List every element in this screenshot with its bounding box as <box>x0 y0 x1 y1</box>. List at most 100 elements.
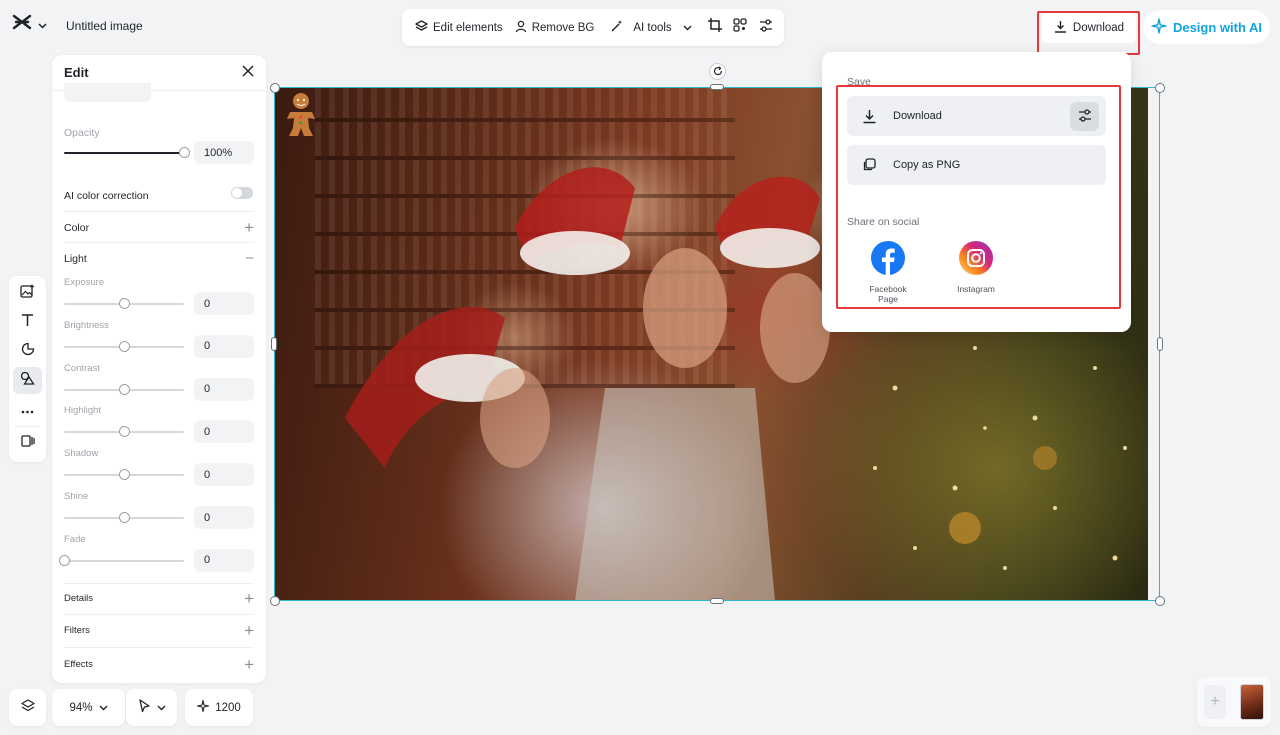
divider <box>64 242 254 243</box>
chevron-down-icon <box>683 22 692 34</box>
opacity-slider-knob[interactable] <box>179 147 190 158</box>
effects-section-header[interactable]: Effects + <box>64 656 254 673</box>
light-slider-label: Contrast <box>64 362 100 374</box>
light-slider-label: Exposure <box>64 277 105 288</box>
popover-highlight-outline <box>836 85 1121 309</box>
resize-handle-right[interactable] <box>1157 337 1163 351</box>
rail-divider <box>15 426 40 427</box>
document-title[interactable]: Untitled image <box>58 13 151 39</box>
resize-handle-bottom-left[interactable] <box>270 596 280 606</box>
light-slider-value-input[interactable]: 0 <box>194 463 254 487</box>
light-section-header[interactable]: Light − <box>64 251 254 266</box>
remove-bg-button[interactable]: Remove BG <box>510 15 600 41</box>
qr-scan-button[interactable] <box>730 15 750 41</box>
light-slider-knob[interactable] <box>118 298 130 309</box>
rail-pages[interactable] <box>13 430 42 457</box>
details-section-header[interactable]: Details + <box>64 590 254 607</box>
rail-add-image[interactable] <box>13 280 42 307</box>
capcut-logo-icon <box>12 14 32 35</box>
adjust-button[interactable] <box>756 15 776 41</box>
divider <box>64 647 254 648</box>
plus-icon[interactable]: + <box>244 622 254 639</box>
ai-sparkle-icon <box>1151 17 1167 37</box>
details-label: Details <box>64 593 94 604</box>
chevron-down-icon <box>38 16 47 34</box>
plus-icon[interactable]: + <box>244 590 254 607</box>
add-page-button[interactable]: + <box>1204 685 1226 719</box>
light-slider-label: Highlight <box>64 405 101 417</box>
ai-color-correction-toggle[interactable] <box>231 187 253 199</box>
divider <box>64 211 254 212</box>
light-slider-track[interactable] <box>64 559 184 562</box>
filters-label: Filters <box>64 625 90 636</box>
rail-more[interactable] <box>13 396 42 423</box>
edit-elements-label: Edit elements <box>433 21 503 34</box>
layers-button[interactable] <box>9 689 46 726</box>
plus-icon[interactable]: + <box>244 219 254 236</box>
magic-wand-icon <box>610 19 624 36</box>
remove-bg-label: Remove BG <box>531 21 595 34</box>
credits-button[interactable]: 1200 <box>185 689 253 726</box>
minus-icon[interactable]: − <box>245 251 254 266</box>
edit-panel: Edit Opacity 100% AI color correction Co… <box>52 55 266 683</box>
divider <box>64 583 254 584</box>
sparkle-icon <box>197 699 210 715</box>
chevron-down-icon <box>157 702 166 714</box>
layers-icon <box>20 699 35 716</box>
resize-handle-left[interactable] <box>271 337 277 351</box>
ai-tools-label: AI tools <box>633 21 672 34</box>
color-section-header[interactable]: Color + <box>64 219 254 236</box>
chevron-down-icon <box>99 702 108 714</box>
light-slider-value-input[interactable]: 0 <box>194 377 254 401</box>
light-slider-knob[interactable] <box>118 512 130 523</box>
plus-icon[interactable]: + <box>244 656 254 673</box>
resize-handle-top-left[interactable] <box>270 83 280 93</box>
shapes-icon <box>21 342 35 361</box>
more-dots-icon <box>21 401 34 419</box>
download-highlight-outline <box>1037 11 1140 55</box>
design-with-ai-button[interactable]: Design with AI <box>1143 10 1270 44</box>
light-slider-value-input[interactable]: 0 <box>194 334 254 358</box>
light-slider-knob[interactable] <box>118 469 130 481</box>
light-slider-knob[interactable] <box>118 426 130 438</box>
rail-text[interactable] <box>13 309 42 336</box>
edit-elements-button[interactable]: Edit elements <box>410 15 508 41</box>
layers-icon <box>415 19 428 36</box>
divider <box>64 614 254 615</box>
pointer-tool-button[interactable] <box>126 689 177 726</box>
image-add-icon <box>20 284 35 304</box>
light-slider-knob[interactable] <box>118 383 130 395</box>
page-thumbnail[interactable] <box>1240 684 1264 720</box>
light-slider-label: Fade <box>64 533 86 545</box>
rail-elements[interactable] <box>13 367 42 394</box>
crop-button[interactable] <box>705 15 725 41</box>
app-logo-menu[interactable] <box>12 14 47 35</box>
resize-handle-top[interactable] <box>710 84 724 90</box>
light-slider-knob[interactable] <box>118 340 130 352</box>
gingerbread-sticker[interactable] <box>284 92 318 143</box>
resize-handle-top-right[interactable] <box>1155 83 1165 93</box>
resize-handle-bottom-right[interactable] <box>1155 596 1165 606</box>
resize-handle-bottom[interactable] <box>710 598 724 604</box>
text-icon <box>21 313 34 332</box>
zoom-value: 94% <box>69 701 93 714</box>
sliders-icon <box>759 18 773 37</box>
light-slider-label: Brightness <box>64 319 109 331</box>
pages-icon <box>20 434 35 453</box>
rotate-handle[interactable] <box>709 63 726 80</box>
light-slider-knob[interactable] <box>58 554 70 566</box>
ai-tools-button[interactable]: AI tools <box>605 14 696 41</box>
opacity-value-input[interactable]: 100% <box>194 141 254 164</box>
filters-section-header[interactable]: Filters + <box>64 622 254 639</box>
truncated-control[interactable] <box>64 83 151 102</box>
light-slider-value-input[interactable]: 0 <box>194 548 254 572</box>
rail-shapes[interactable] <box>13 338 42 365</box>
close-icon[interactable] <box>242 64 254 82</box>
opacity-slider-fill <box>64 152 186 154</box>
download-popover: Save Download Copy as PNG Share on socia… <box>822 52 1131 332</box>
light-slider-value-input[interactable]: 0 <box>194 420 254 444</box>
design-with-ai-label: Design with AI <box>1172 19 1263 35</box>
light-slider-value-input[interactable]: 0 <box>194 292 254 315</box>
zoom-control[interactable]: 94% <box>52 689 125 726</box>
light-slider-value-input[interactable]: 0 <box>194 506 254 529</box>
